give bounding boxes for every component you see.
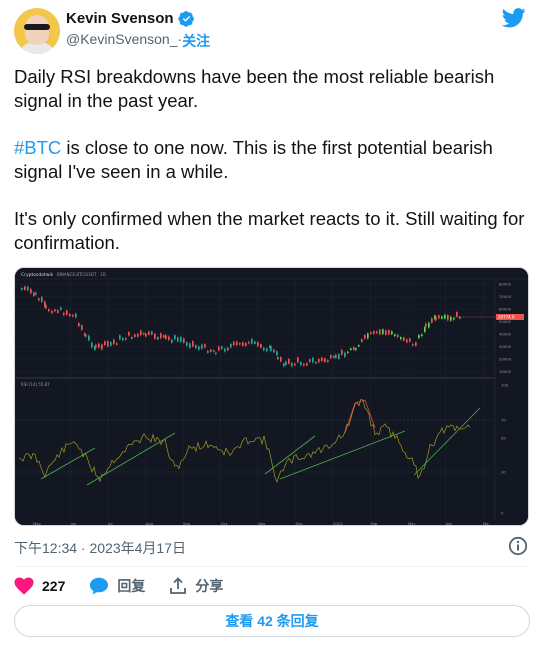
rsi-tick: 100 <box>501 383 509 388</box>
reply-button[interactable]: 回复 <box>89 576 145 596</box>
like-button[interactable]: 227 <box>14 577 65 595</box>
price-tick: 40000 <box>499 332 512 337</box>
price-tag-text: 29774.0 <box>498 315 515 320</box>
month-label: 2023 <box>333 521 343 526</box>
price-tick: 10000 <box>499 369 512 374</box>
reply-label: 回复 <box>117 578 146 594</box>
month-label: Apr <box>446 521 453 526</box>
author-handle-row: @KevinSvenson_ · 关注 <box>66 31 210 51</box>
avatar[interactable] <box>14 8 60 54</box>
author-name-row: Kevin Svenson <box>66 10 195 27</box>
month-label: Aug <box>146 521 154 526</box>
rsi-label: RSI (14) 55.87 <box>21 382 50 387</box>
month-label: Ma <box>483 521 489 526</box>
follow-button[interactable]: 关注 <box>182 31 210 51</box>
chart-svg: Cryptosdotwik BINANCE:BTC/USDT · 1D RSI … <box>15 268 528 526</box>
chart-image[interactable]: Cryptosdotwik BINANCE:BTC/USDT · 1D RSI … <box>14 267 529 526</box>
twitter-bird-icon[interactable] <box>502 8 526 28</box>
divider <box>14 566 530 567</box>
tweet-paragraph-3: It's only confirmed when the market reac… <box>14 208 525 253</box>
chart-info-text: BINANCE:BTC/USDT · 1D <box>57 272 106 277</box>
share-button[interactable]: 分享 <box>169 576 223 596</box>
month-label: Jul <box>107 521 113 526</box>
price-tick: 70000 <box>499 294 512 299</box>
tweet-paragraph-2: #BTC is close to one now. This is the fi… <box>14 136 530 184</box>
price-tick: 60000 <box>499 307 512 312</box>
tweet-header: Kevin Svenson @KevinSvenson_ · 关注 <box>14 8 530 54</box>
chart-brand-text: Cryptosdotwik <box>21 272 54 278</box>
hashtag-link[interactable]: #BTC <box>14 137 61 158</box>
month-label: Nov <box>258 521 266 526</box>
rsi-tick: 30 <box>501 470 506 475</box>
view-replies-button[interactable]: 查看 42 条回复 <box>14 605 530 637</box>
share-icon <box>170 577 187 594</box>
tweet-actions: 227 回复 分享 <box>14 575 530 597</box>
tweet-text: Daily RSI breakdowns have been the most … <box>14 65 530 278</box>
like-count: 227 <box>42 578 66 594</box>
share-label: 分享 <box>195 578 224 594</box>
tweet-paragraph-1: Daily RSI breakdowns have been the most … <box>14 66 495 111</box>
rsi-tick: 50 <box>501 436 506 441</box>
info-icon[interactable] <box>508 536 528 556</box>
month-label: Jun <box>70 521 78 526</box>
heart-icon <box>14 577 34 595</box>
author-handle[interactable]: @KevinSvenson_ <box>66 31 178 51</box>
month-label: May <box>33 521 42 526</box>
verified-badge-icon <box>177 11 194 27</box>
author-name[interactable]: Kevin Svenson <box>66 10 174 27</box>
reply-bubble-icon <box>90 577 109 595</box>
price-tick: 20000 <box>499 357 512 362</box>
rsi-tick: 70 <box>501 418 506 423</box>
price-tick: 30000 <box>499 344 512 349</box>
tweet-timestamp[interactable]: 下午12:34 · 2023年4月17日 <box>14 538 186 558</box>
month-label: Sep <box>183 521 191 526</box>
month-label: Dec <box>296 521 303 526</box>
tweet-paragraph-2-text: is close to one now. This is the first p… <box>14 137 493 182</box>
month-label: Feb <box>371 521 378 526</box>
month-label: Oct <box>221 521 228 526</box>
month-label: Mar <box>408 521 416 526</box>
price-tick: 80000 <box>499 282 512 287</box>
